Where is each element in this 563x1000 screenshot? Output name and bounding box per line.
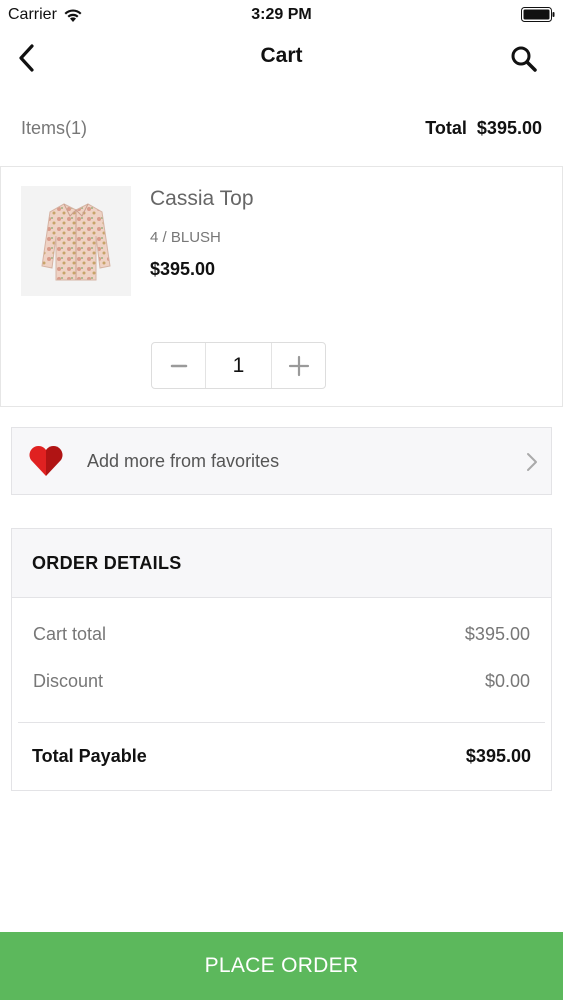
quantity-increase-button[interactable] bbox=[272, 343, 325, 388]
divider bbox=[18, 722, 545, 723]
items-label: Items bbox=[21, 118, 66, 138]
order-details-title: ORDER DETAILS bbox=[32, 553, 182, 573]
product-price: $395.00 bbox=[150, 259, 216, 279]
status-bar: Carrier 3:29 PM bbox=[0, 0, 563, 30]
favorites-label: Add more from favorites bbox=[87, 451, 280, 471]
quantity-decrease-button[interactable] bbox=[152, 343, 205, 388]
items-count: Items(1) bbox=[21, 118, 87, 139]
cart-summary: Items(1) Total $395.00 bbox=[0, 112, 563, 146]
search-button[interactable] bbox=[507, 42, 541, 76]
cart-total-row: Cart total $395.00 bbox=[33, 624, 530, 650]
discount-value: $0.00 bbox=[484, 671, 530, 691]
total-value: $395.00 bbox=[476, 118, 542, 138]
jacket-image bbox=[41, 203, 111, 281]
discount-label: Discount bbox=[33, 671, 104, 691]
plus-icon bbox=[288, 355, 309, 376]
quantity-stepper: 1 bbox=[151, 342, 326, 389]
minus-icon bbox=[170, 364, 187, 367]
total-label: Total bbox=[425, 118, 467, 138]
add-from-favorites-button[interactable]: Add more from favorites bbox=[11, 427, 552, 495]
product-image[interactable] bbox=[21, 186, 131, 296]
cart-total-summary: Total $395.00 bbox=[425, 118, 542, 139]
battery-icon bbox=[521, 7, 555, 22]
cart-total-value: $395.00 bbox=[464, 624, 530, 644]
items-count-value: (1) bbox=[65, 118, 88, 138]
page-title: Cart bbox=[260, 44, 303, 67]
product-variant: 4 / BLUSH bbox=[150, 229, 221, 246]
search-icon bbox=[511, 46, 537, 72]
product-name[interactable]: Cassia Top bbox=[150, 187, 254, 211]
clock: 3:29 PM bbox=[251, 6, 312, 23]
order-details-panel: ORDER DETAILS Cart total $395.00 Discoun… bbox=[11, 528, 552, 791]
heart-icon bbox=[29, 445, 63, 476]
cart-item: Cassia Top 4 / BLUSH $395.00 1 bbox=[0, 166, 563, 407]
order-details-header: ORDER DETAILS bbox=[12, 529, 551, 598]
total-payable-label: Total Payable bbox=[32, 746, 147, 766]
total-payable-row: Total Payable $395.00 bbox=[32, 746, 531, 772]
nav-bar: Cart bbox=[0, 30, 563, 86]
total-payable-value: $395.00 bbox=[465, 746, 531, 766]
cart-total-label: Cart total bbox=[33, 624, 107, 644]
place-order-button[interactable]: PLACE ORDER bbox=[0, 932, 563, 1000]
quantity-value[interactable]: 1 bbox=[205, 343, 272, 388]
chevron-right-icon bbox=[527, 453, 537, 471]
discount-row: Discount $0.00 bbox=[33, 671, 530, 697]
